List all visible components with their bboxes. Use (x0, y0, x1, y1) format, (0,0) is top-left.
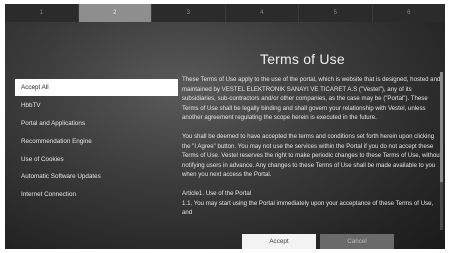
step-2-active: 2 (78, 4, 152, 22)
step-indicator: 1 2 3 4 5 6 (5, 4, 445, 22)
action-buttons: Accept Cancel (242, 234, 394, 249)
menu-item-portal-and-applications[interactable]: Portal and Applications (15, 115, 178, 132)
terms-paragraph-2: You shall be deemed to have accepted the… (182, 132, 442, 179)
menu-item-automatic-software-updates[interactable]: Automatic Software Updates (15, 168, 178, 185)
menu-item-hbbtv[interactable]: HbbTV (15, 97, 178, 114)
cancel-button[interactable]: Cancel (320, 234, 394, 249)
menu-item-recommendation-engine[interactable]: Recommendation Engine (15, 133, 178, 150)
menu-item-use-of-cookies[interactable]: Use of Cookies (15, 151, 178, 168)
terms-content[interactable]: These Terms of Use apply to the use of t… (182, 75, 444, 218)
step-4: 4 (225, 4, 299, 22)
scrollbar-thumb[interactable] (440, 72, 443, 182)
page-title: Terms of Use (260, 51, 345, 67)
menu-item-accept-all[interactable]: Accept All (15, 79, 178, 96)
content-scrollbar[interactable] (440, 72, 443, 230)
accept-button[interactable]: Accept (242, 234, 316, 249)
terms-paragraph-1: These Terms of Use apply to the use of t… (182, 76, 441, 122)
step-3: 3 (152, 4, 226, 22)
terms-menu: Accept All HbbTV Portal and Applications… (15, 79, 178, 204)
tv-setup-screen: 1 2 3 4 5 6 Terms of Use Accept All HbbT… (5, 4, 445, 249)
article-text: 1.1. You may start using the Portal imme… (182, 199, 434, 217)
step-5: 5 (299, 4, 373, 22)
step-1: 1 (5, 4, 79, 22)
step-6: 6 (372, 4, 445, 22)
menu-item-internet-connection[interactable]: Internet Connection (15, 186, 178, 203)
article-heading: Article1. Use of the Portal (182, 189, 252, 197)
